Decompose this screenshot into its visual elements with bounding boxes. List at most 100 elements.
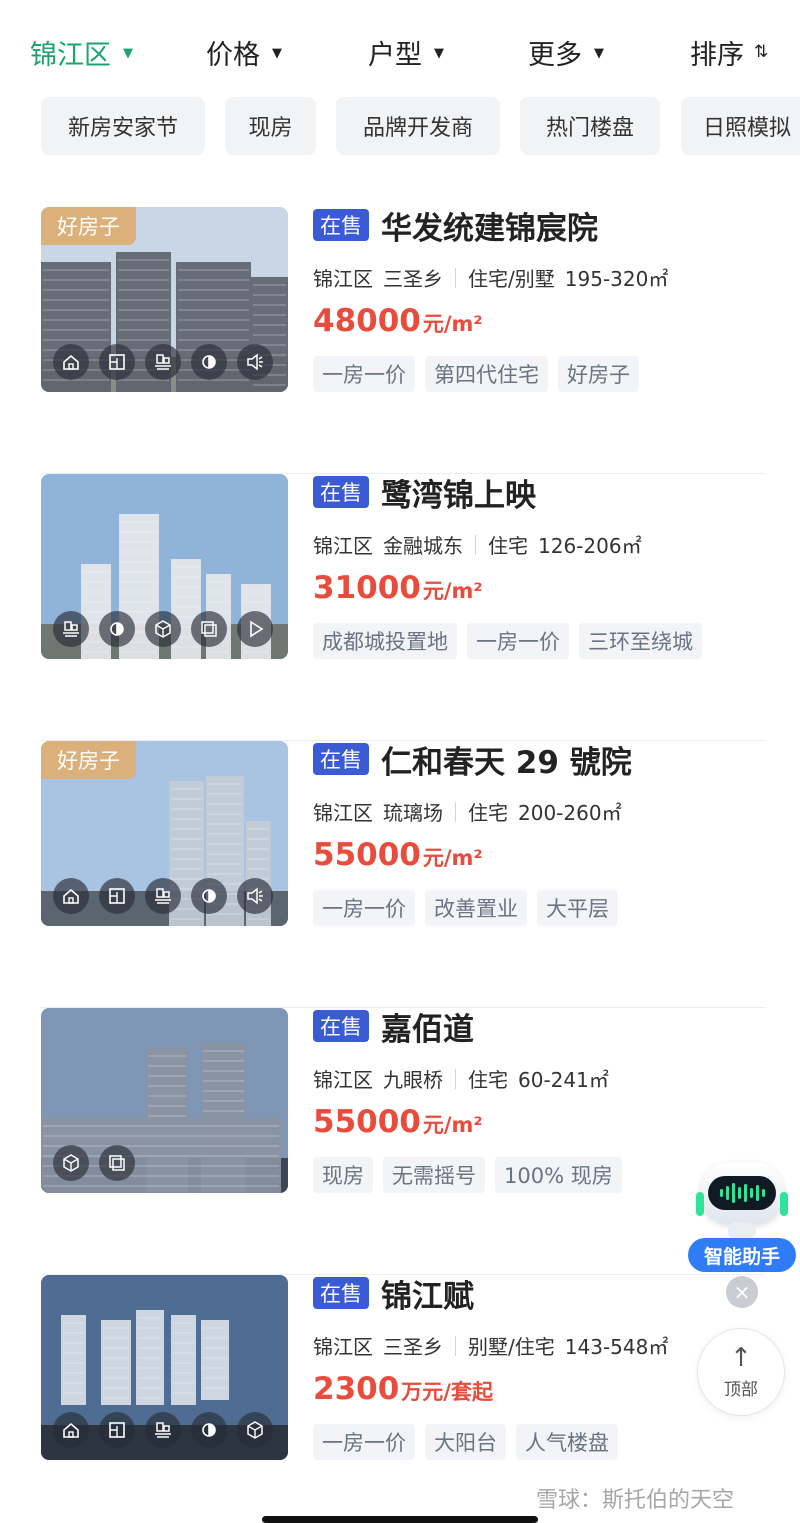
price-unit: 元/m² bbox=[422, 312, 483, 336]
smart-assistant[interactable]: 智能助手 bbox=[688, 1150, 796, 1275]
feature-tags: 一房一价 第四代住宅 好房子 bbox=[313, 356, 639, 392]
listing-title[interactable]: 鹭湾锦上映 bbox=[381, 470, 536, 515]
assistant-label: 智能助手 bbox=[688, 1238, 796, 1272]
vr-icon[interactable] bbox=[191, 611, 227, 647]
listing-title[interactable]: 嘉佰道 bbox=[381, 1004, 474, 1049]
media-icons bbox=[53, 344, 273, 380]
chip-brand-developer[interactable]: 品牌开发商 bbox=[336, 97, 500, 155]
listing-photo[interactable]: 好房子 bbox=[41, 741, 288, 926]
filter-bar: 锦江区 ▼ 价格 ▼ 户型 ▼ 更多 ▼ 排序 ⇅ bbox=[0, 0, 800, 100]
sandbox-icon[interactable] bbox=[53, 611, 89, 647]
divider bbox=[455, 267, 456, 288]
chip-hot-projects[interactable]: 热门楼盘 bbox=[520, 97, 660, 155]
size-range: 60-241㎡ bbox=[518, 1068, 609, 1092]
listing-photo[interactable] bbox=[41, 1008, 288, 1193]
listing-photo[interactable] bbox=[41, 474, 288, 659]
listing-card[interactable]: 在售 嘉佰道 锦江区 九眼桥 住宅 60-241㎡ 55000 元/m² 现房无… bbox=[41, 1008, 766, 1275]
size-range: 195-320㎡ bbox=[564, 267, 669, 291]
home-icon[interactable] bbox=[53, 878, 89, 914]
price-value: 55000 bbox=[313, 837, 421, 873]
back-to-top-label: 顶部 bbox=[724, 1379, 758, 1400]
chip-new-home-festival[interactable]: 新房安家节 bbox=[41, 97, 205, 155]
audio-icon[interactable] bbox=[237, 344, 273, 380]
feature-tag: 一房一价 bbox=[313, 1424, 415, 1460]
floorplan-icon[interactable] bbox=[99, 344, 135, 380]
feature-tag: 好房子 bbox=[558, 356, 639, 392]
listing-title[interactable]: 锦江赋 bbox=[381, 1271, 474, 1316]
sandbox-icon[interactable] bbox=[145, 878, 181, 914]
media-icons bbox=[53, 1412, 273, 1448]
listing-title[interactable]: 仁和春天 29 號院 bbox=[381, 737, 632, 782]
listing-card[interactable]: 好房子 在售 华发统建锦宸院 锦江区 三圣乡 住宅/别墅 195-320㎡ 48… bbox=[41, 207, 766, 474]
feature-tag: 改善置业 bbox=[425, 890, 527, 926]
floorplan-icon[interactable] bbox=[99, 878, 135, 914]
price-unit: 元/m² bbox=[422, 846, 483, 870]
feature-tags: 一房一价 改善置业 大平层 bbox=[313, 890, 618, 926]
area: 三圣乡 bbox=[383, 1335, 443, 1359]
feature-tag: 一房一价 bbox=[313, 890, 415, 926]
vr-icon[interactable] bbox=[99, 1145, 135, 1181]
listing-meta: 锦江区 九眼桥 住宅 60-241㎡ bbox=[313, 1064, 609, 1093]
home-icon[interactable] bbox=[53, 1412, 89, 1448]
3d-icon[interactable] bbox=[53, 1145, 89, 1181]
close-icon[interactable]: × bbox=[726, 1276, 758, 1308]
chip-sunlight-simulation[interactable]: 日照模拟 bbox=[681, 97, 800, 155]
media-icons bbox=[53, 878, 273, 914]
area: 九眼桥 bbox=[383, 1068, 443, 1092]
watermark: 雪球：斯托伯的天空 bbox=[536, 1488, 735, 1513]
filter-layout[interactable]: 户型 ▼ bbox=[368, 30, 444, 74]
listing-meta: 锦江区 三圣乡 别墅/住宅 143-548㎡ bbox=[313, 1331, 668, 1360]
filter-more[interactable]: 更多 ▼ bbox=[528, 30, 604, 74]
divider bbox=[455, 1068, 456, 1089]
listing-title[interactable]: 华发统建锦宸院 bbox=[381, 203, 598, 248]
good-home-badge: 好房子 bbox=[41, 741, 136, 779]
home-indicator bbox=[262, 1516, 538, 1523]
feature-tags: 现房 无需摇号 100% 现房 bbox=[313, 1157, 622, 1193]
property-type: 住宅 bbox=[488, 534, 528, 558]
feature-tag: 无需摇号 bbox=[383, 1157, 485, 1193]
listing-meta: 锦江区 三圣乡 住宅/别墅 195-320㎡ bbox=[313, 263, 668, 292]
sort-icon: ⇅ bbox=[754, 42, 768, 62]
filter-sort[interactable]: 排序 ⇅ bbox=[690, 30, 768, 74]
home-icon[interactable] bbox=[53, 344, 89, 380]
size-range: 200-260㎡ bbox=[518, 801, 622, 825]
price: 48000 元/m² bbox=[313, 303, 483, 339]
sunlight-icon[interactable] bbox=[191, 344, 227, 380]
sunlight-icon[interactable] bbox=[99, 611, 135, 647]
feature-tags: 成都城投置地 一房一价 三环至绕城 bbox=[313, 623, 702, 659]
back-to-top-button[interactable]: ↑ 顶部 bbox=[697, 1328, 785, 1416]
area: 琉璃场 bbox=[383, 801, 443, 825]
feature-tag: 三环至绕城 bbox=[579, 623, 702, 659]
listing-card[interactable]: 在售 鹭湾锦上映 锦江区 金融城东 住宅 126-206㎡ 31000 元/m²… bbox=[41, 474, 766, 741]
listing-meta: 锦江区 琉璃场 住宅 200-260㎡ bbox=[313, 797, 622, 826]
feature-tag: 人气楼盘 bbox=[516, 1424, 618, 1460]
filter-area[interactable]: 锦江区 ▼ bbox=[30, 30, 133, 74]
property-type: 别墅/住宅 bbox=[468, 1335, 555, 1359]
media-icons bbox=[53, 611, 273, 647]
floorplan-icon[interactable] bbox=[99, 1412, 135, 1448]
sunlight-icon[interactable] bbox=[191, 1412, 227, 1448]
sandbox-icon[interactable] bbox=[145, 344, 181, 380]
3d-icon[interactable] bbox=[237, 1412, 273, 1448]
district: 锦江区 bbox=[313, 1335, 373, 1359]
chip-ready-home[interactable]: 现房 bbox=[225, 97, 316, 155]
status-badge: 在售 bbox=[313, 1277, 369, 1309]
filter-area-label: 锦江区 bbox=[30, 39, 111, 71]
feature-tag: 第四代住宅 bbox=[425, 356, 548, 392]
filter-price-label: 价格 bbox=[206, 39, 260, 71]
feature-tag: 成都城投置地 bbox=[313, 623, 457, 659]
listing-card[interactable]: 好房子 在售 仁和春天 29 號院 锦江区 琉璃场 住宅 200-260㎡ 55… bbox=[41, 741, 766, 1008]
listing-photo[interactable] bbox=[41, 1275, 288, 1460]
feature-tag: 大阳台 bbox=[425, 1424, 506, 1460]
feature-tag: 100% 现房 bbox=[495, 1157, 622, 1193]
filter-price[interactable]: 价格 ▼ bbox=[206, 30, 282, 74]
district: 锦江区 bbox=[313, 801, 373, 825]
listing-photo[interactable]: 好房子 bbox=[41, 207, 288, 392]
play-icon[interactable] bbox=[237, 611, 273, 647]
status-badge: 在售 bbox=[313, 1010, 369, 1042]
audio-icon[interactable] bbox=[237, 878, 273, 914]
sunlight-icon[interactable] bbox=[191, 878, 227, 914]
3d-icon[interactable] bbox=[145, 611, 181, 647]
size-range: 126-206㎡ bbox=[538, 534, 642, 558]
sandbox-icon[interactable] bbox=[145, 1412, 181, 1448]
